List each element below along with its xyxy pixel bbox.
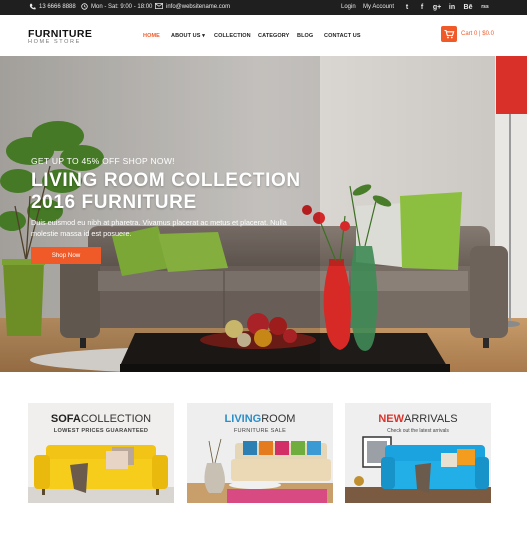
hero-description: Duis euismod eu nibh at pharetra. Vivamu…: [31, 218, 287, 238]
card-title-strong: NEW: [378, 413, 405, 425]
nav-about-us[interactable]: ABOUT US ▾: [171, 33, 205, 39]
cart-button[interactable]: [441, 26, 457, 42]
promo-card-sofa[interactable]: SOFACOLLECTION LOWEST PRICES GUARANTEED: [28, 403, 174, 503]
card-title: LIVINGROOM: [187, 413, 333, 425]
nav-blog[interactable]: BLOG: [297, 33, 313, 39]
hero-title-line-2: 2016 FURNITURE: [31, 192, 197, 213]
site-header: FURNITURE HOME STORE HOME ABOUT US ▾ COL…: [0, 15, 527, 56]
nav-collection[interactable]: COLLECTION: [214, 33, 251, 39]
clock-icon: [81, 3, 88, 10]
twitter-icon[interactable]: t: [399, 0, 415, 15]
phone-icon: [29, 3, 36, 10]
phone-info: 13 6666 8888: [29, 0, 76, 15]
card-title-strong: SOFA: [50, 413, 81, 425]
living-room-photo: [0, 56, 527, 372]
card-title-rest: ROOM: [261, 413, 296, 425]
login-link[interactable]: Login: [341, 0, 356, 15]
logo-subtitle: HOME STORE: [28, 39, 81, 45]
card-title-rest: COLLECTION: [80, 413, 152, 425]
rss-icon[interactable]: rss: [477, 0, 493, 15]
hero-kicker: GET UP TO 45% OFF SHOP NOW!: [31, 156, 175, 166]
card-subtitle: Check out the latest arrivals: [387, 428, 449, 434]
shopping-cart-icon: [444, 29, 455, 39]
email-link[interactable]: info@websitename.com: [166, 4, 230, 10]
card-title: SOFACOLLECTION: [28, 413, 174, 425]
phone-number: 13 6666 8888: [39, 4, 76, 10]
nav-category[interactable]: CATEGORY: [258, 33, 289, 39]
nav-home[interactable]: HOME: [143, 33, 160, 39]
business-hours: Mon - Sat: 9:00 - 18:00: [91, 4, 153, 10]
card-title: NEWARRIVALS: [345, 413, 491, 425]
facebook-icon[interactable]: f: [414, 0, 430, 15]
behance-icon[interactable]: Bē: [460, 0, 476, 15]
card-subtitle: LOWEST PRICES GUARANTEED: [53, 428, 149, 434]
google-plus-icon[interactable]: g+: [429, 0, 445, 15]
envelope-icon: [155, 3, 163, 10]
linkedin-icon[interactable]: in: [444, 0, 460, 15]
promo-card-new-arrivals[interactable]: NEWARRIVALS Check out the latest arrival…: [345, 403, 491, 503]
card-title-strong: LIVING: [224, 413, 262, 425]
top-bar: 13 6666 8888 Mon - Sat: 9:00 - 18:00 inf…: [0, 0, 527, 15]
cart-summary[interactable]: Cart 0 | $0.0: [461, 31, 494, 37]
hero-title-line-1: LIVING ROOM COLLECTION: [31, 170, 301, 191]
email-info[interactable]: info@websitename.com: [155, 0, 230, 15]
card-title-rest: ARRIVALS: [404, 413, 458, 425]
promo-card-living-room[interactable]: LIVINGROOM FURNITURE SALE: [187, 403, 333, 503]
hours-info: Mon - Sat: 9:00 - 18:00: [81, 0, 152, 15]
card-subtitle: FURNITURE SALE: [233, 428, 287, 434]
shop-now-button[interactable]: Shop Now: [31, 247, 101, 264]
hero-banner: GET UP TO 45% OFF SHOP NOW! LIVING ROOM …: [0, 56, 527, 372]
my-account-link[interactable]: My Account: [363, 0, 394, 15]
nav-contact-us[interactable]: CONTACT US: [324, 33, 361, 39]
